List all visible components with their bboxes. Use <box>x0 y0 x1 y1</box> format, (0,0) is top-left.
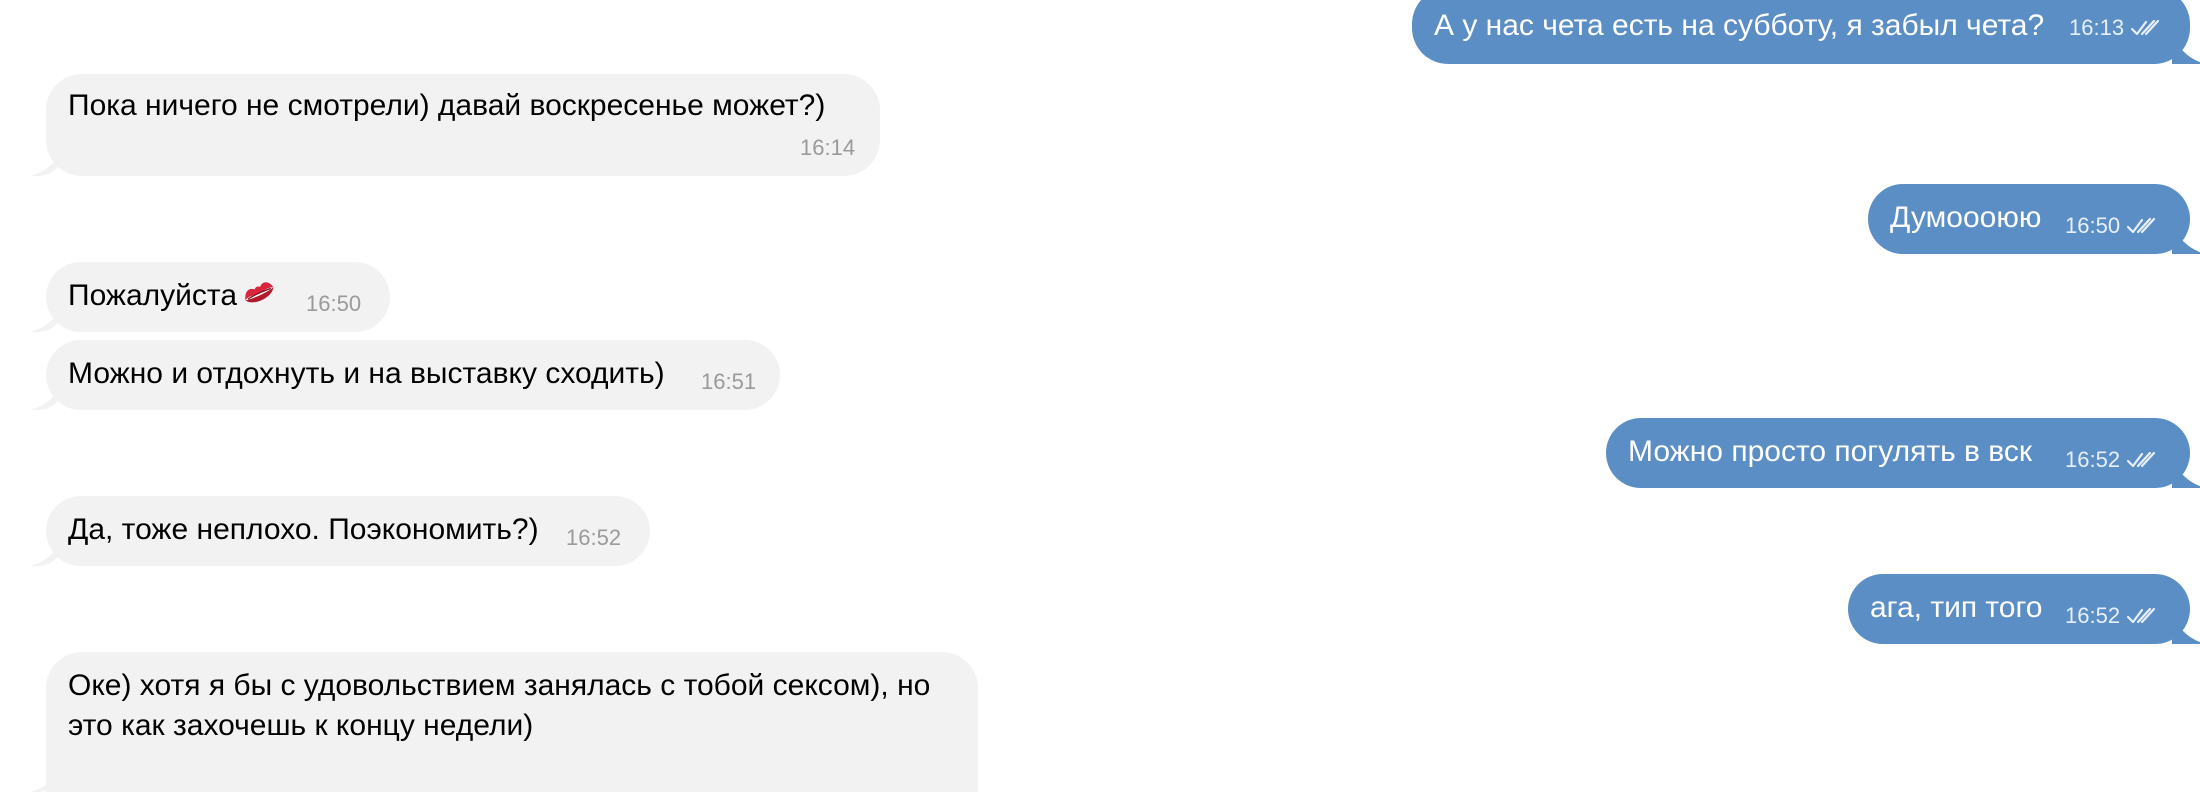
outgoing-message[interactable]: ага, тип того 16:52 <box>1848 574 2190 644</box>
message-text: Да, тоже неплохо. Поэкономить?) <box>68 513 539 546</box>
double-check-icon <box>2126 451 2156 468</box>
message-text: ага, тип того <box>1870 591 2043 624</box>
message-time: 16:51 <box>701 369 757 394</box>
double-check-icon <box>2126 607 2156 624</box>
message-text-content: Пожалуйста <box>68 279 238 312</box>
incoming-message[interactable]: Пока ничего не смотрели) давай воскресен… <box>46 74 880 176</box>
message-text: Можно и отдохнуть и на выставку сходить) <box>68 357 665 390</box>
incoming-message[interactable]: Да, тоже неплохо. Поэкономить?) 16:52 <box>46 496 650 566</box>
message-time: 16:50 <box>2065 213 2121 238</box>
message-text: Оке) хотя я бы с удовольствием занялась … <box>68 669 931 742</box>
message-time: 16:52 <box>566 525 622 550</box>
kiss-mark-icon <box>245 282 274 303</box>
incoming-message[interactable]: Оке) хотя я бы с удовольствием занялась … <box>46 652 978 792</box>
outgoing-message[interactable]: А у нас чета есть на субботу, я забыл че… <box>1412 0 2190 64</box>
message-text: Можно просто погулять в вск <box>1628 435 2033 468</box>
incoming-message[interactable]: Можно и отдохнуть и на выставку сходить)… <box>46 340 780 410</box>
message-text: Думоооюю <box>1890 201 2042 234</box>
outgoing-message[interactable]: Думоооюю 16:50 <box>1868 184 2190 254</box>
message-text: Пока ничего не смотрели) давай воскресен… <box>68 89 826 122</box>
message-time: 16:14 <box>800 135 856 160</box>
message-time: 16:50 <box>306 291 362 316</box>
outgoing-message[interactable]: Можно просто погулять в вск 16:52 <box>1606 418 2190 488</box>
message-time: 16:52 <box>2065 447 2121 472</box>
message-text: А у нас чета есть на субботу, я забыл че… <box>1434 9 2045 42</box>
message-time: 16:52 <box>2065 603 2121 628</box>
chat-message-list: А у нас чета есть на субботу, я забыл че… <box>0 0 2200 792</box>
double-check-icon <box>2130 19 2160 36</box>
double-check-icon <box>2126 217 2156 234</box>
message-text: Пожалуйста <box>68 276 277 316</box>
message-time: 16:13 <box>2069 15 2125 40</box>
incoming-message[interactable]: Пожалуйста 16:50 <box>46 262 390 332</box>
